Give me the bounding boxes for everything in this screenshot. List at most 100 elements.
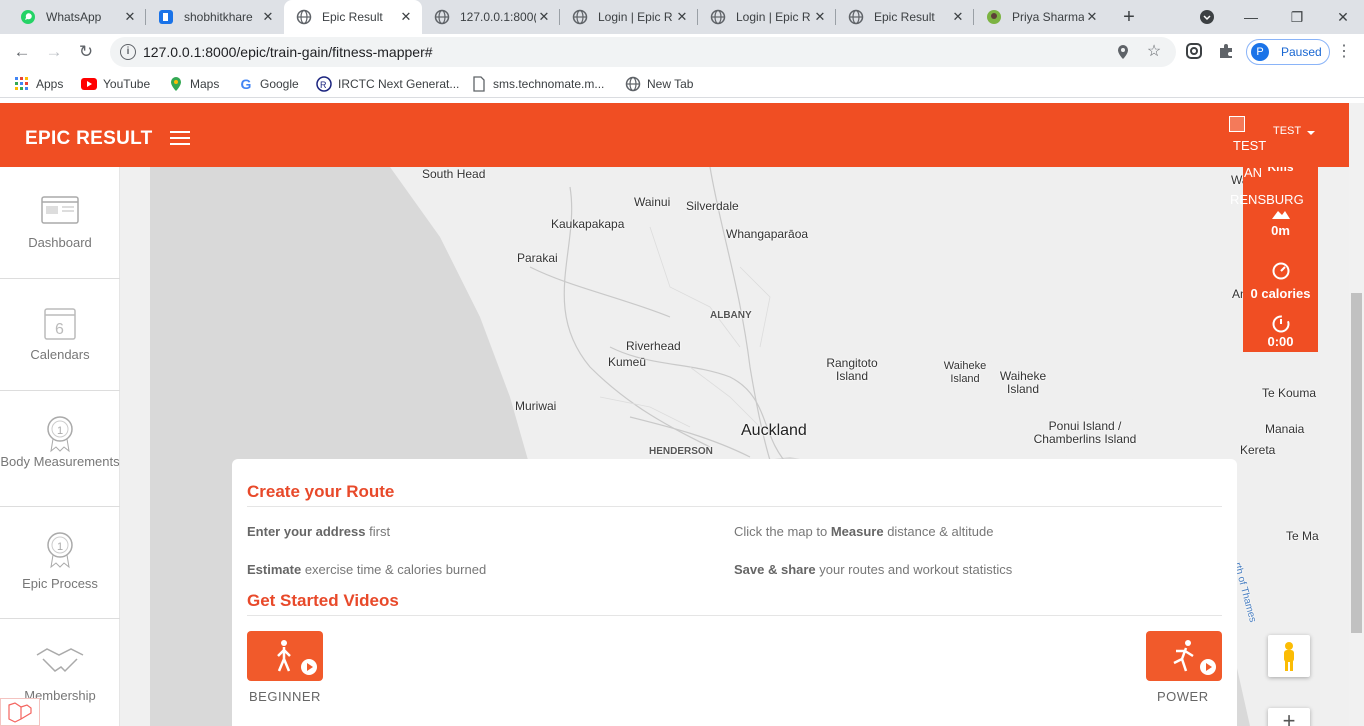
map-label: Ponui Island / Chamberlins Island [1033, 419, 1137, 446]
user-menu-label[interactable]: TEST [1273, 125, 1301, 137]
google-icon: G [240, 76, 252, 92]
zoom-in-button[interactable]: + [1268, 708, 1310, 726]
location-icon[interactable] [1115, 44, 1131, 60]
handshake-icon [36, 648, 84, 673]
tab-localhost[interactable]: 127.0.0.1:800( ✕ [422, 0, 560, 34]
map-label: Whangaparāoa [726, 227, 809, 241]
beginner-video-label: BEGINNER [249, 689, 321, 704]
bookmark-apps[interactable]: Apps [14, 76, 63, 92]
tab-whatsapp[interactable]: WhatsApp ✕ [8, 0, 146, 34]
close-icon[interactable]: ✕ [398, 9, 414, 25]
tab-title: Epic Result [874, 10, 935, 24]
overflow-text: RENSBURG [1230, 192, 1304, 207]
whatsapp-icon [20, 9, 36, 25]
overflow-text: AN [1244, 165, 1263, 180]
close-icon[interactable]: ✕ [260, 9, 276, 25]
tab-title: Epic Result [322, 10, 383, 24]
map-label: Kereta [1240, 443, 1276, 457]
map-label: Muriwai [515, 399, 557, 413]
map-label: Manaia [1265, 422, 1305, 436]
close-icon[interactable]: ✕ [1084, 9, 1100, 25]
close-icon[interactable]: ✕ [812, 9, 828, 25]
dashboard-icon [41, 196, 79, 224]
bookmark-youtube[interactable]: YouTube [81, 76, 150, 92]
videos-heading: Get Started Videos [247, 591, 399, 610]
bootstrap-icon [158, 9, 174, 25]
app-header: EPIC RESULT TEST TEST [0, 103, 1349, 167]
medal-icon: 1 [47, 532, 73, 569]
tab-title: Priya Sharma [1012, 10, 1084, 24]
calories-value: 0 calories [1250, 286, 1311, 301]
menu-toggle-icon[interactable] [170, 131, 190, 145]
medal-icon: 1 [47, 416, 73, 453]
page-scrollbar[interactable] [1349, 103, 1364, 726]
bookmark-maps[interactable]: Maps [168, 76, 219, 92]
map-label: Wainui [634, 195, 671, 209]
beginner-video-button[interactable] [247, 631, 323, 681]
irctc-icon: R [316, 76, 332, 92]
site-info-icon[interactable]: i [120, 44, 136, 60]
sidebar-item-label: Epic Process [22, 576, 98, 591]
address-bar[interactable]: i 127.0.0.1:8000/epic/train-gain/fitness… [110, 37, 1176, 67]
debugbar-logo-icon[interactable] [0, 698, 40, 726]
timer-icon [1272, 315, 1290, 333]
forward-button[interactable]: → [42, 40, 66, 64]
tab-title: 127.0.0.1:800( [460, 10, 536, 24]
profile-button[interactable]: P Paused [1246, 39, 1330, 65]
bookmark-irctc[interactable]: R IRCTC Next Generat... [316, 76, 459, 92]
bookmark-new-tab[interactable]: New Tab [625, 76, 693, 92]
sidebar-item-label: Calendars [30, 347, 90, 362]
tab-epic-result-2[interactable]: Epic Result ✕ [836, 0, 974, 34]
tab-search-button[interactable] [1184, 0, 1230, 34]
tab-priya-sharma[interactable]: Priya Sharma ✕ [974, 0, 1108, 34]
broken-image-icon [1229, 116, 1245, 132]
avatar[interactable]: TEST [1229, 116, 1269, 156]
bookmark-star-icon[interactable]: ☆ [1146, 44, 1162, 60]
tab-title: Login | Epic R [598, 10, 673, 24]
scrollbar-thumb[interactable] [1351, 293, 1362, 633]
map-label: Te Kouma [1262, 386, 1317, 400]
close-window-button[interactable]: ✕ [1320, 0, 1364, 34]
chevron-down-icon[interactable] [1307, 131, 1315, 135]
sidebar-item-label: Dashboard [28, 235, 92, 250]
extension-capture-icon[interactable] [1184, 42, 1204, 62]
bookmark-google[interactable]: G Google [238, 76, 299, 92]
sidebar-item-dashboard[interactable]: Dashboard [0, 167, 120, 279]
new-tab-button[interactable]: + [1118, 6, 1140, 28]
avatar-alt-text: TEST [1233, 138, 1267, 153]
map-label: Silverdale [686, 199, 739, 213]
close-icon[interactable]: ✕ [950, 9, 966, 25]
back-button[interactable]: ← [10, 40, 34, 64]
close-icon[interactable]: ✕ [674, 9, 690, 25]
tab-login-2[interactable]: Login | Epic R ✕ [698, 0, 836, 34]
svg-text:6: 6 [55, 321, 64, 338]
power-video-button[interactable] [1146, 631, 1222, 681]
street-view-pegman-icon[interactable] [1268, 635, 1310, 677]
close-icon[interactable]: ✕ [122, 9, 138, 25]
brand-logo[interactable]: EPIC RESULT [25, 128, 153, 150]
info-measure: Click the map to Measure distance & alti… [734, 524, 994, 539]
svg-text:R: R [320, 80, 327, 90]
sidebar-item-calendars[interactable]: 6 Calendars [0, 279, 120, 391]
chrome-menu-icon[interactable]: ⋮ [1336, 42, 1352, 62]
minimize-button[interactable]: — [1228, 0, 1274, 34]
map-label: Auckland [741, 422, 807, 439]
sidebar-item-body-measurements[interactable]: 1 Body Measurements [0, 391, 120, 507]
url-text[interactable]: 127.0.0.1:8000/epic/train-gain/fitness-m… [143, 44, 433, 60]
extensions-puzzle-icon[interactable] [1216, 42, 1236, 62]
sidebar-item-epic-process[interactable]: 1 Epic Process [0, 507, 120, 619]
bookmarks-bar: Apps YouTube Maps G Google R IRCTC Next … [0, 70, 1364, 98]
walking-person-icon [277, 640, 291, 672]
map-label: Te Ma [1286, 529, 1319, 543]
close-icon[interactable]: ✕ [536, 9, 552, 25]
sidebar: Dashboard 6 Calendars 1 Body Measurement… [0, 167, 120, 726]
profile-favicon-icon [986, 9, 1002, 25]
tab-shobhitkhare[interactable]: shobhitkhare ✕ [146, 0, 284, 34]
restore-button[interactable]: ❐ [1274, 0, 1320, 34]
map-label: South Head [422, 167, 486, 181]
tab-login-1[interactable]: Login | Epic R ✕ [560, 0, 698, 34]
reload-button[interactable]: ↻ [74, 40, 98, 64]
tab-epic-result-active[interactable]: Epic Result ✕ [284, 0, 422, 34]
bookmark-sms[interactable]: sms.technomate.m... [471, 76, 604, 92]
map-label: Waiheke Island [999, 369, 1047, 396]
